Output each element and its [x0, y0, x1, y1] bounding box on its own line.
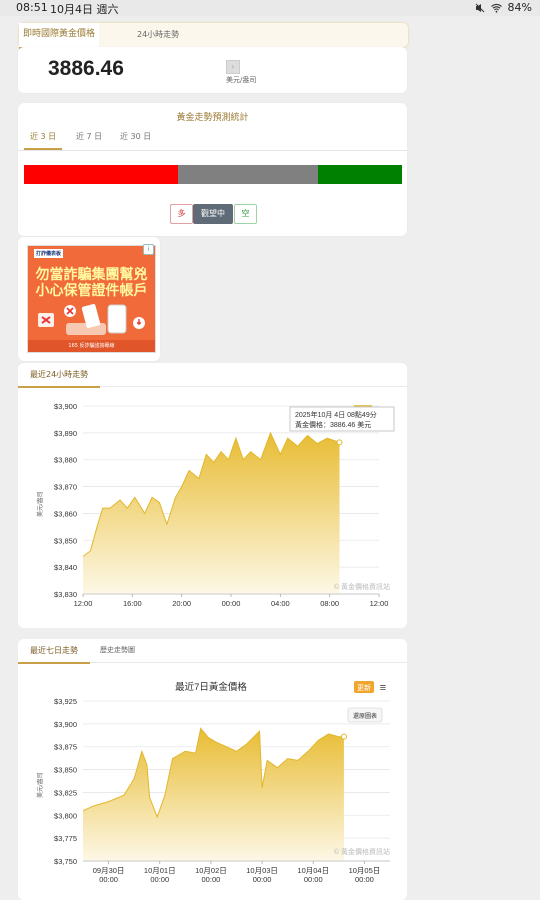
x-tick-label: 00:00 [99, 875, 118, 884]
y-tick-label: $3,870 [54, 483, 77, 492]
x-tick-label: 12:00 [370, 599, 389, 608]
y-tick-label: $3,890 [54, 429, 77, 438]
y-tick-label: $3,830 [54, 590, 77, 599]
tab-3-days[interactable]: 近 3 日 [24, 131, 63, 150]
series-area [83, 728, 344, 861]
gold-price-value: 3886.46 [48, 57, 124, 80]
x-tick-label: 10月01日 [144, 866, 176, 875]
price-unit: 美元/盎司 [226, 76, 257, 84]
x-tick-label: 16:00 [123, 599, 142, 608]
prediction-title: 黃金走勢預測統計 [176, 113, 249, 123]
x-tick-label: 00:00 [202, 875, 221, 884]
x-tick-label: 00:00 [150, 875, 169, 884]
chart-7d-ylabel: 美元/盎司 [36, 772, 44, 798]
y-tick-label: $3,860 [54, 509, 77, 518]
x-tick-label: 04:00 [271, 599, 290, 608]
chart-7d-watermark: © 黃金價格資訊站 [334, 847, 390, 856]
wifi-icon [490, 3, 502, 13]
y-tick-label: $3,800 [54, 811, 77, 820]
y-tick-label: $3,900 [54, 720, 77, 729]
chart-24h-watermark: © 黃金價格資訊站 [334, 582, 390, 591]
battery-level: 84% [507, 1, 532, 14]
status-icons: 84% [475, 1, 532, 14]
update-label: 更新 [357, 683, 371, 692]
chart-menu-icon[interactable]: ≡ [380, 682, 386, 694]
ad-card: 打詐儀表板 勿當詐騙集團幫兇 小心保管證件帳戶 165 反詐騙諮詢專線 i [18, 237, 160, 361]
price-tabs: 即時國際黃金價格 24小時走勢 [18, 22, 409, 49]
watch-button[interactable]: 觀望中 [193, 204, 233, 224]
reset-label: 還原圖表 [353, 712, 377, 720]
y-tick-label: $3,825 [54, 788, 77, 797]
y-tick-label: $3,840 [54, 563, 77, 572]
x-tick-label: 00:00 [222, 599, 241, 608]
short-button[interactable]: 空 [234, 204, 257, 224]
x-tick-label: 12:00 [74, 599, 93, 608]
x-tick-label: 10月05日 [349, 866, 381, 875]
x-tick-label: 00:00 [355, 875, 374, 884]
chart-7d-title: 最近7日黃金價格 [175, 681, 247, 693]
y-tick-label: $3,875 [54, 743, 77, 752]
mute-icon [475, 3, 484, 12]
bar-short [318, 165, 402, 184]
tab-realtime-price[interactable]: 即時國際黃金價格 [19, 23, 99, 49]
status-time: 08:51 [16, 1, 48, 14]
x-tick-label: 08:00 [320, 599, 339, 608]
prediction-card: 黃金走勢預測統計 近 3 日 近 7 日 近 30 日 多 觀望中 空 [18, 103, 407, 236]
tab-7-days[interactable]: 近 7 日 [76, 131, 102, 142]
x-tick-label: 09月30日 [93, 866, 125, 875]
tab-30-days[interactable]: 近 30 日 [120, 131, 151, 142]
chart-24h-ylabel: 美元/盎司 [36, 491, 44, 517]
tab-24h-trend[interactable]: 24小時走勢 [137, 23, 179, 47]
x-tick-label: 10月04日 [297, 866, 329, 875]
tooltip-price: 黃金價格：3886.46 美元 [295, 420, 371, 429]
tab-24h[interactable]: 最近24小時走勢 [18, 363, 101, 388]
ad-info-icon[interactable]: i [143, 244, 154, 255]
tooltip-time: 2025年10月 4日 08點49分 [295, 410, 377, 419]
bar-long [24, 165, 178, 184]
x-tick-label: 20:00 [172, 599, 191, 608]
y-tick-label: $3,750 [54, 857, 77, 866]
long-button[interactable]: 多 [170, 204, 193, 224]
price-card: 3886.46 › 美元/盎司 [18, 47, 407, 93]
x-tick-label: 00:00 [253, 875, 272, 884]
chart-24h[interactable]: $3,830 $3,840 $3,850 $3,860 $3,870 $3,880 $3,8… [18, 387, 407, 628]
ad-footer: 165 反詐騙諮詢專線 [28, 340, 155, 352]
y-tick-label: $3,850 [54, 536, 77, 545]
ad-headline-2: 小心保管證件帳戶 [35, 283, 148, 299]
unit-toggle-button[interactable]: › [226, 60, 240, 74]
tab-7d[interactable]: 最近七日走勢 [18, 639, 90, 664]
last-point-marker [340, 733, 347, 740]
y-tick-label: $3,900 [54, 402, 77, 411]
chart-7d[interactable]: $3,750 $3,775 $3,800 $3,825 $3,850 $3,875 $3,9… [18, 663, 407, 900]
x-tick-label: 10月03日 [246, 866, 278, 875]
y-tick-label: $3,880 [54, 456, 77, 465]
series-area [83, 432, 340, 594]
status-date: 10月4日 週六 [50, 3, 119, 16]
ad-banner[interactable]: 打詐儀表板 勿當詐騙集團幫兇 小心保管證件帳戶 165 反詐騙諮詢專線 [27, 245, 156, 353]
prediction-bar [24, 165, 402, 184]
chart-7d-card: 最近七日走勢 歷史走勢圖 $3,750 $3,775 $3,800 $3,825 $3,… [18, 639, 407, 900]
status-bar: 08:51 10月4日 週六 84% [0, 0, 540, 16]
x-tick-label: 00:00 [304, 875, 323, 884]
x-tick-label: 10月02日 [195, 866, 227, 875]
tab-history[interactable]: 歷史走勢圖 [100, 639, 135, 662]
y-tick-label: $3,850 [54, 766, 77, 775]
prediction-tabs: 近 3 日 近 7 日 近 30 日 [18, 124, 407, 151]
ad-logo-text: 打詐儀表板 [34, 249, 64, 258]
chart-24h-card: 最近24小時走勢 $3,830 $3,840 $3,850 $3,860 $3,870 $… [18, 363, 407, 628]
bar-watch [178, 165, 318, 184]
last-point-marker [336, 439, 343, 446]
y-tick-label: $3,775 [54, 834, 77, 843]
y-tick-label: $3,925 [54, 697, 77, 706]
ad-illustration [38, 304, 145, 335]
